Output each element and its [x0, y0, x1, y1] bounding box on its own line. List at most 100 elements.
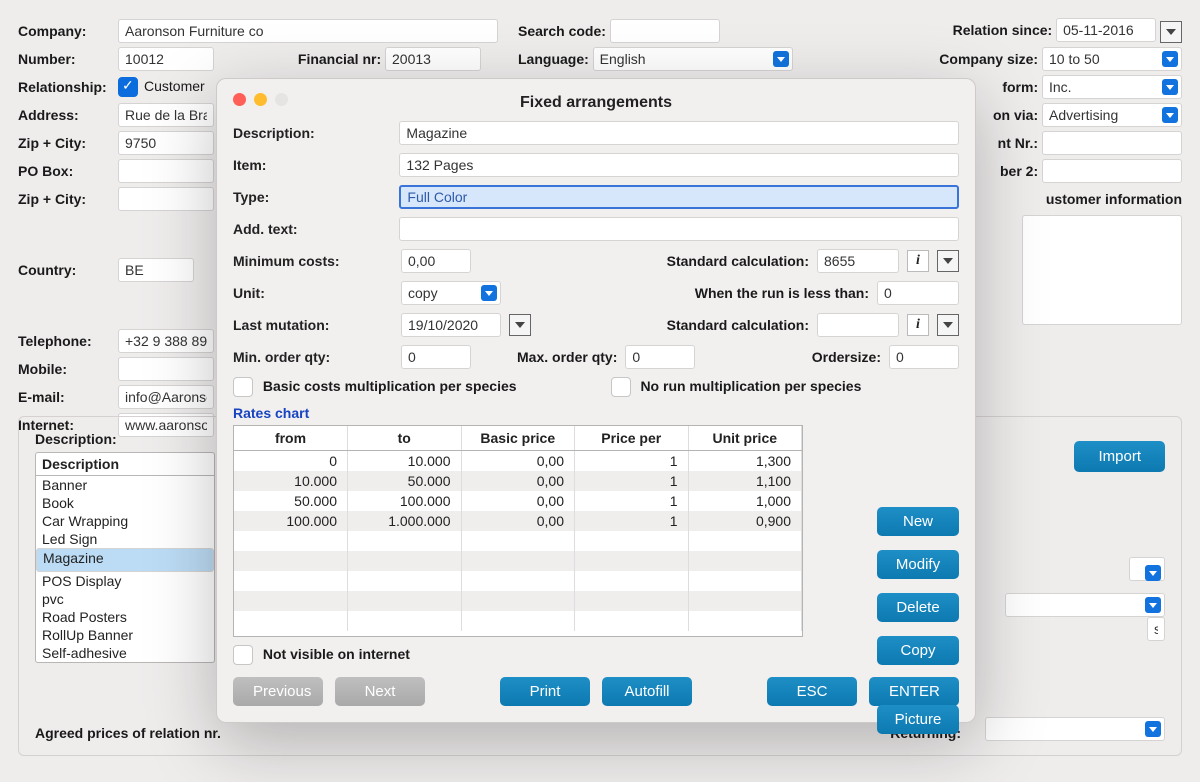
zip-input[interactable]	[118, 131, 214, 155]
list-item[interactable]: Car Wrapping	[36, 512, 214, 530]
unit-select[interactable]	[401, 281, 501, 305]
list-item[interactable]: RollUp Banner	[36, 626, 214, 644]
list-item[interactable]: Self-adhesive	[36, 644, 214, 662]
min-order-input[interactable]	[401, 345, 471, 369]
list-item[interactable]: Magazine	[36, 548, 214, 572]
label-lower-description: Description:	[35, 431, 143, 447]
list-item[interactable]: Road Posters	[36, 608, 214, 626]
legal-form-select[interactable]	[1042, 75, 1182, 99]
print-button[interactable]: Print	[500, 677, 590, 706]
min-costs-input[interactable]	[401, 249, 471, 273]
std-calc2-input[interactable]	[817, 313, 899, 337]
list-item[interactable]: pvc	[36, 590, 214, 608]
po-box-input[interactable]	[118, 159, 214, 183]
list-item[interactable]: Banner	[36, 476, 214, 494]
autofill-button[interactable]: Autofill	[602, 677, 692, 706]
picture-button[interactable]: Picture	[877, 705, 959, 734]
company-input[interactable]	[118, 19, 498, 43]
previous-button[interactable]: Previous	[233, 677, 323, 706]
maximize-icon[interactable]	[275, 93, 288, 106]
close-icon[interactable]	[233, 93, 246, 106]
max-order-input[interactable]	[625, 345, 695, 369]
small-input-1[interactable]	[1129, 557, 1165, 581]
ordersize-input[interactable]	[889, 345, 959, 369]
list-item[interactable]: POS Display	[36, 572, 214, 590]
label-telephone: Telephone:	[18, 333, 118, 349]
table-row[interactable]: 100.0001.000.0000,0010,900	[234, 511, 802, 531]
table-row[interactable]: 010.0000,0011,300	[234, 451, 802, 471]
last-mutation-input[interactable]	[401, 313, 501, 337]
number-input[interactable]	[118, 47, 214, 71]
no-run-mult-checkbox[interactable]	[611, 377, 631, 397]
label-m-description: Description:	[233, 125, 391, 141]
run-less-input[interactable]	[877, 281, 959, 305]
label-std-calc2: Standard calculation:	[667, 317, 809, 333]
telephone-input[interactable]	[118, 329, 214, 353]
returning-extra-select[interactable]	[1005, 593, 1165, 617]
financial-nr-input[interactable]	[385, 47, 481, 71]
std-calc-dropdown[interactable]	[937, 250, 959, 272]
std-calc-input[interactable]	[817, 249, 899, 273]
window-controls[interactable]	[233, 93, 288, 106]
m-addtext-input[interactable]	[399, 217, 959, 241]
table-row[interactable]: 10.00050.0000,0011,100	[234, 471, 802, 491]
last-mutation-dropdown[interactable]	[509, 314, 531, 336]
esc-button[interactable]: ESC	[767, 677, 857, 706]
next-button[interactable]: Next	[335, 677, 425, 706]
table-header: to	[348, 426, 462, 451]
search-code-input[interactable]	[610, 19, 720, 43]
language-select[interactable]	[593, 47, 793, 71]
email-input[interactable]	[118, 385, 214, 409]
import-button[interactable]: Import	[1074, 441, 1165, 472]
m-item-input[interactable]	[399, 153, 959, 177]
relation-since-input[interactable]	[1056, 18, 1156, 42]
small-s-input[interactable]	[1147, 617, 1165, 641]
label-account-nr: nt Nr.:	[998, 135, 1038, 151]
account-nr-input[interactable]	[1042, 131, 1182, 155]
table-row[interactable]	[234, 611, 802, 631]
customer-info-textarea[interactable]	[1022, 215, 1182, 325]
country-input[interactable]	[118, 258, 194, 282]
mobile-input[interactable]	[118, 357, 214, 381]
label-std-calc: Standard calculation:	[667, 253, 809, 269]
table-row[interactable]	[234, 551, 802, 571]
delete-button[interactable]: Delete	[877, 593, 959, 622]
number2-input[interactable]	[1042, 159, 1182, 183]
label-legal-form: form:	[1002, 79, 1038, 95]
info-icon[interactable]: i	[907, 250, 929, 272]
customer-checkbox[interactable]	[118, 77, 138, 97]
label-relation-since: Relation since:	[953, 22, 1053, 38]
table-row[interactable]	[234, 591, 802, 611]
not-visible-checkbox[interactable]	[233, 645, 253, 665]
returning-select-2[interactable]	[985, 717, 1165, 741]
table-row[interactable]	[234, 531, 802, 551]
basic-mult-checkbox[interactable]	[233, 377, 253, 397]
address-input[interactable]	[118, 103, 214, 127]
description-list[interactable]: Description BannerBookCar WrappingLed Si…	[35, 452, 215, 663]
label-zip-city2: Zip + City:	[18, 191, 118, 207]
label-agreed-prices: Agreed prices of relation nr.	[35, 725, 221, 741]
label-unit: Unit:	[233, 285, 393, 301]
m-type-input[interactable]	[399, 185, 959, 209]
list-item[interactable]: Book	[36, 494, 214, 512]
info-icon-2[interactable]: i	[907, 314, 929, 336]
acquisition-select[interactable]	[1042, 103, 1182, 127]
rates-table[interactable]: fromtoBasic pricePrice perUnit price 010…	[233, 425, 803, 637]
zip2-input[interactable]	[118, 187, 214, 211]
new-button[interactable]: New	[877, 507, 959, 536]
modify-button[interactable]: Modify	[877, 550, 959, 579]
label-zip-city: Zip + City:	[18, 135, 118, 151]
m-description-input[interactable]	[399, 121, 959, 145]
table-header: Price per	[575, 426, 689, 451]
label-m-item: Item:	[233, 157, 391, 173]
list-item[interactable]: Led Sign	[36, 530, 214, 548]
copy-button[interactable]: Copy	[877, 636, 959, 665]
company-size-select[interactable]	[1042, 47, 1182, 71]
minimize-icon[interactable]	[254, 93, 267, 106]
label-search-code: Search code:	[518, 23, 606, 39]
table-row[interactable]	[234, 571, 802, 591]
table-row[interactable]: 50.000100.0000,0011,000	[234, 491, 802, 511]
std-calc2-dropdown[interactable]	[937, 314, 959, 336]
relation-since-dropdown[interactable]	[1160, 21, 1182, 43]
label-acquisition: on via:	[993, 107, 1038, 123]
